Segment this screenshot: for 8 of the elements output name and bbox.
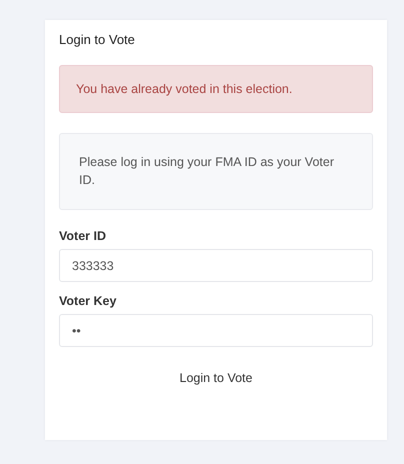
info-message: Please log in using your FMA ID as your Voter ID. <box>59 133 373 210</box>
card-title: Login to Vote <box>59 32 136 47</box>
error-alert: You have already voted in this election. <box>59 65 373 113</box>
login-button[interactable]: Login to Vote <box>172 367 260 389</box>
field-label: Voter ID <box>59 229 106 243</box>
input-field[interactable]: •• <box>59 314 373 347</box>
field-label: Voter Key <box>59 294 116 308</box>
input-field[interactable]: 333333 <box>59 249 373 282</box>
